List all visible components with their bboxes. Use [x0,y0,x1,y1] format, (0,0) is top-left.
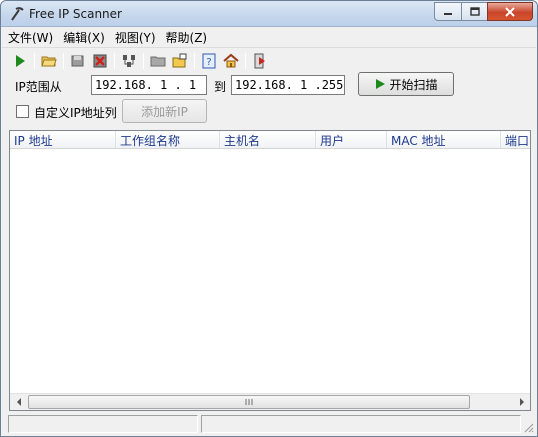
open-folder-icon [41,56,57,67]
minimize-icon [444,12,452,15]
home-icon [223,53,239,68]
exit-icon [254,53,265,69]
play-icon [376,79,386,89]
chevron-left-icon [16,398,21,406]
status-bar [2,413,536,435]
horizontal-scrollbar[interactable] [10,393,530,410]
add-ip-button[interactable]: 添加新IP [122,99,207,123]
column-workgroup[interactable]: 工作组名称 [116,131,220,148]
start-scan-button[interactable]: 开始扫描 [358,72,454,96]
toolbar: ? [2,50,536,72]
minimize-button[interactable] [434,2,461,21]
network-icon [123,55,135,67]
folder-icon [150,56,166,67]
start-scan-label: 开始扫描 [389,77,438,92]
network-tool-button[interactable] [119,51,139,71]
menu-help[interactable]: 帮助(Z) [166,29,208,46]
toolbar-separator [114,53,115,69]
toolbar-separator [34,53,35,69]
menu-view[interactable]: 视图(Y) [115,29,156,46]
column-port[interactable]: 端口 [501,131,530,148]
delete-icon [93,54,107,68]
help-tool-button[interactable]: ? [199,51,219,71]
chevron-right-icon [519,398,524,406]
menu-bar: 文件(W) 编辑(X) 视图(Y) 帮助(Z) [2,28,536,48]
title-bar[interactable]: Free IP Scanner [1,1,537,27]
menu-edit[interactable]: 编辑(X) [63,29,105,46]
column-user[interactable]: 用户 [316,131,387,148]
column-hostname[interactable]: 主机名 [220,131,316,148]
toolbar-separator [143,53,144,69]
svg-text:?: ? [206,57,211,68]
home-tool-button[interactable] [221,51,241,71]
custom-ip-checkbox[interactable] [16,105,29,118]
save-icon [71,55,84,67]
column-ip-address[interactable]: IP 地址 [10,131,116,148]
table-header: IP 地址 工作组名称 主机名 用户 MAC 地址 端口 [10,131,530,149]
scroll-right-button[interactable] [513,394,530,410]
play-icon [16,55,25,67]
app-window: Free IP Scanner 文件(W) 编辑(X) 视图(Y) 帮助(Z) [0,0,538,437]
scroll-left-button[interactable] [10,394,27,410]
toolbar-separator [194,53,195,69]
start-scan-tool-button[interactable] [10,51,30,71]
resize-grip-icon[interactable] [522,421,534,433]
open-tool-button[interactable] [39,51,59,71]
add-ip-label: 添加新IP [141,104,188,119]
ip-range-label: IP范围从 [15,80,62,94]
window-title: Free IP Scanner [29,7,122,21]
grip-icon [245,399,253,405]
export-tool-button[interactable] [170,51,190,71]
status-panel-left [8,415,198,433]
start-ip-input[interactable]: 192.168. 1 . 1 [91,75,207,95]
save-tool-button[interactable] [68,51,88,71]
menu-file[interactable]: 文件(W) [8,29,53,46]
exit-tool-button[interactable] [250,51,270,71]
to-label: 到 [214,80,227,94]
toolbar-separator [63,53,64,69]
delete-tool-button[interactable] [90,51,110,71]
folder-tool-button[interactable] [148,51,168,71]
toolbar-separator [245,53,246,69]
column-mac-address[interactable]: MAC 地址 [387,131,501,148]
app-icon [11,7,24,21]
results-table: IP 地址 工作组名称 主机名 用户 MAC 地址 端口 [9,130,531,411]
status-panel-right [201,415,521,433]
close-button[interactable] [487,2,533,21]
caption-buttons [434,2,533,21]
close-icon [505,6,515,17]
scroll-thumb[interactable] [28,395,470,409]
custom-ip-label: 自定义IP地址列 [34,106,117,120]
end-ip-input[interactable]: 192.168. 1 .255 [231,75,345,95]
maximize-button[interactable] [461,2,487,21]
help-icon: ? [202,53,216,69]
maximize-icon [469,7,480,16]
export-icon [172,53,187,68]
